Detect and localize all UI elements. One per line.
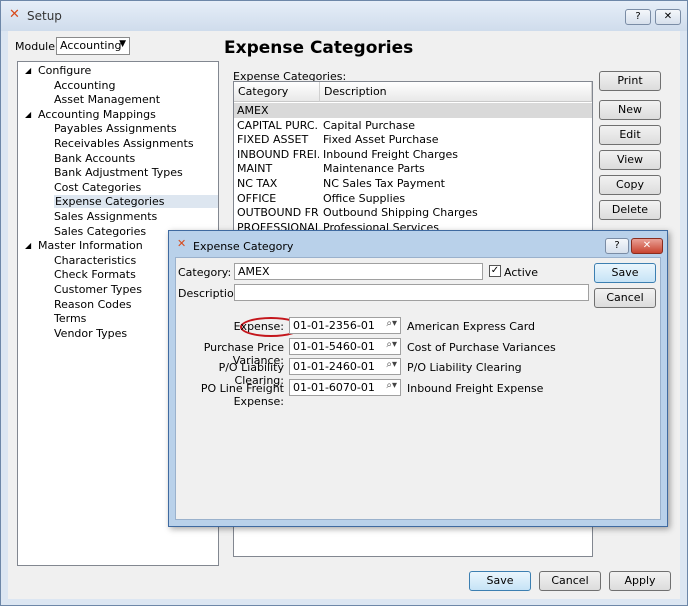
tree-item[interactable]: Bank Adjustment Types <box>54 166 183 179</box>
account-label: PO Line Freight Expense: <box>200 382 284 409</box>
account-value: 01-01-2356-01 <box>293 319 375 332</box>
account-value: 01-01-2460-01 <box>293 360 375 374</box>
search-icon[interactable]: ⌕▾ <box>386 359 397 370</box>
tree-item[interactable]: Sales Assignments <box>54 210 157 223</box>
account-value: 01-01-5460-01 <box>293 339 375 353</box>
copy-button[interactable]: Copy <box>599 175 661 195</box>
table-row[interactable]: FIXED ASSET Fixed Asset Purchase <box>234 132 592 147</box>
delete-button[interactable]: Delete <box>599 200 661 220</box>
account-description: P/O Liability Clearing <box>407 361 522 375</box>
tree-item[interactable]: Terms <box>54 312 86 325</box>
module-select[interactable]: Accounting ▼ <box>56 37 130 55</box>
dialog-logo-icon: ✕ <box>177 237 187 250</box>
print-button[interactable]: Print <box>599 71 661 91</box>
table-row[interactable]: NC TAX NC Sales Tax Payment <box>234 176 592 191</box>
expand-triangle-icon[interactable]: ◢ <box>25 110 31 119</box>
tree-item[interactable]: Expense Categories <box>54 195 218 209</box>
table-row[interactable]: OFFICE Office Supplies <box>234 191 592 206</box>
active-checkbox[interactable]: ✓ <box>489 265 501 277</box>
view-button[interactable]: View <box>599 150 661 170</box>
account-description: Inbound Freight Expense <box>407 382 544 396</box>
page-title: Expense Categories <box>224 38 414 58</box>
new-button[interactable]: New <box>599 100 661 120</box>
tree-item[interactable]: Accounting <box>54 79 115 92</box>
cell-category: NC TAX <box>237 177 278 190</box>
app-logo-icon: ✕ <box>9 7 20 22</box>
dialog-cancel-button[interactable]: Cancel <box>594 288 656 308</box>
cell-description: Outbound Shipping Charges <box>323 206 478 220</box>
tree-item[interactable]: Bank Accounts <box>54 152 135 165</box>
expand-triangle-icon[interactable]: ◢ <box>25 241 31 250</box>
cell-description: Capital Purchase <box>323 118 416 132</box>
table-row[interactable]: INBOUND FREI... Inbound Freight Charges <box>234 147 592 162</box>
expand-triangle-icon[interactable]: ◢ <box>25 66 31 75</box>
tree-item[interactable]: Master Information <box>38 239 143 252</box>
category-label: Category: <box>178 266 232 279</box>
table-row[interactable]: MAINT Maintenance Parts <box>234 161 592 176</box>
category-field[interactable]: AMEX <box>234 263 483 280</box>
column-header-description[interactable]: Description <box>320 82 592 102</box>
cell-description: Inbound Freight Charges <box>323 147 458 161</box>
cell-description: NC Sales Tax Payment <box>323 177 445 190</box>
description-field[interactable] <box>234 284 589 301</box>
tree-item[interactable]: Receivables Assignments <box>54 137 194 150</box>
cell-description: Office Supplies <box>323 191 406 205</box>
cancel-button[interactable]: Cancel <box>539 571 601 591</box>
account-label: Expense: <box>233 320 284 333</box>
tree-item[interactable]: Configure <box>38 64 91 77</box>
account-description: Cost of Purchase Variances <box>407 340 556 354</box>
cell-category: MAINT <box>237 162 273 176</box>
search-icon[interactable]: ⌕▾ <box>386 380 397 391</box>
dialog-close-button[interactable]: ✕ <box>631 238 663 254</box>
cell-category: OUTBOUND FR... <box>237 206 319 220</box>
tree-item[interactable]: Customer Types <box>54 283 142 296</box>
tree-item[interactable]: Asset Management <box>54 93 160 106</box>
expense-category-dialog: ✕ Expense Category ? ✕ Category: AMEX ✓ … <box>168 230 668 527</box>
title-bar: ✕ Setup ? ✕ <box>1 1 687 31</box>
dialog-help-button[interactable]: ? <box>605 238 629 254</box>
tree-item[interactable]: Check Formats <box>54 268 136 281</box>
table-row[interactable]: CAPITAL PURC... Capital Purchase <box>234 118 592 133</box>
close-button[interactable]: ✕ <box>655 9 681 25</box>
cell-category: INBOUND FREI... <box>237 147 319 161</box>
help-button[interactable]: ? <box>625 9 651 25</box>
cell-category: CAPITAL PURC... <box>237 118 319 132</box>
account-value: 01-01-6070-01 <box>293 381 375 395</box>
cell-description: Fixed Asset Purchase <box>323 133 439 147</box>
account-field[interactable]: 01-01-2460-01 ⌕▾ <box>289 358 401 376</box>
column-header-category[interactable]: Category <box>234 82 320 102</box>
account-field[interactable]: 01-01-2356-01 ⌕▾ <box>289 317 401 334</box>
table-row[interactable]: OUTBOUND FR... Outbound Shipping Charges <box>234 205 592 220</box>
tree-item[interactable]: Vendor Types <box>54 327 127 340</box>
dialog-title: Expense Category <box>193 240 294 253</box>
description-label: Description: <box>178 287 245 300</box>
window-title: Setup <box>27 9 62 23</box>
search-icon[interactable]: ⌕▾ <box>386 318 397 329</box>
save-button[interactable]: Save <box>469 571 531 591</box>
tree-item[interactable]: Characteristics <box>54 254 136 267</box>
module-value: Accounting <box>60 39 122 52</box>
tree-item[interactable]: Payables Assignments <box>54 122 177 135</box>
chevron-down-icon: ▼ <box>119 39 126 49</box>
account-field[interactable]: 01-01-5460-01 ⌕▾ <box>289 337 401 355</box>
dialog-save-button[interactable]: Save <box>594 263 656 283</box>
cell-category: AMEX <box>237 104 269 117</box>
tree-item[interactable]: Reason Codes <box>54 298 131 311</box>
module-label: Module: <box>15 40 59 53</box>
cell-description: Maintenance Parts <box>323 162 425 176</box>
account-description: American Express Card <box>407 320 536 333</box>
cell-category: FIXED ASSET <box>237 133 309 147</box>
tree-item[interactable]: Sales Categories <box>54 225 146 238</box>
search-icon[interactable]: ⌕▾ <box>386 339 397 350</box>
tree-item[interactable]: Accounting Mappings <box>38 108 156 121</box>
active-label: Active <box>504 266 539 279</box>
apply-button[interactable]: Apply <box>609 571 671 591</box>
table-row[interactable]: AMEX <box>234 103 592 118</box>
account-field[interactable]: 01-01-6070-01 ⌕▾ <box>289 379 401 397</box>
dialog-body: Category: AMEX ✓ Active Description: Sav… <box>175 257 661 520</box>
tree-item[interactable]: Cost Categories <box>54 181 141 194</box>
edit-button[interactable]: Edit <box>599 125 661 145</box>
cell-category: OFFICE <box>237 191 277 205</box>
